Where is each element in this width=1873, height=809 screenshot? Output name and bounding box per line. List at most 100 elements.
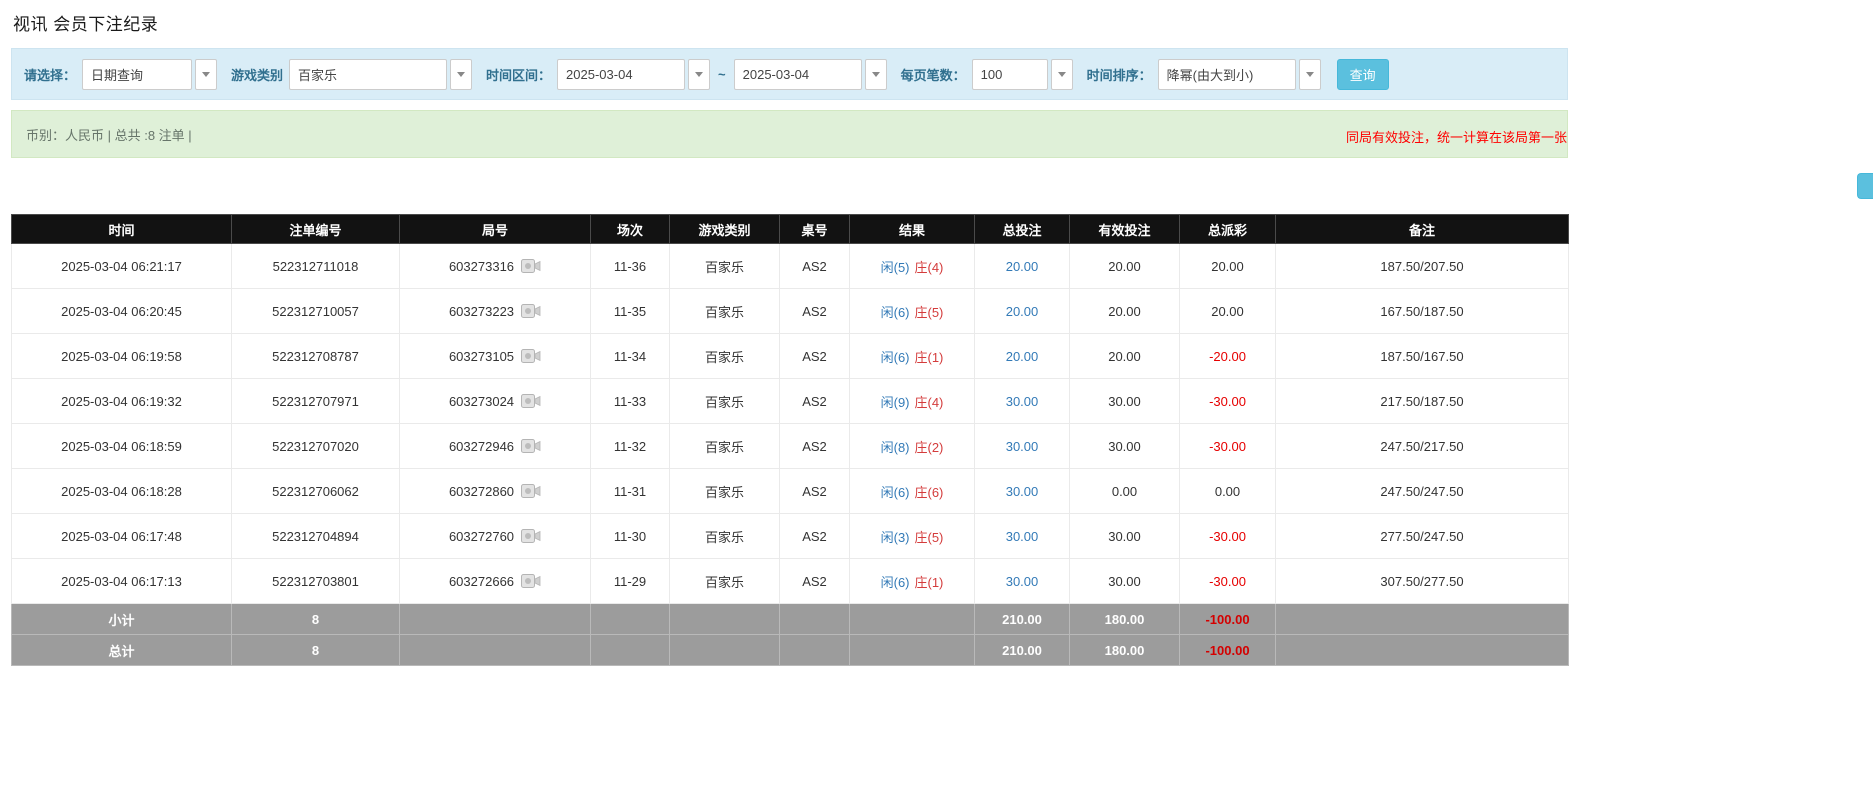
cell-payout: -30.00 [1180,424,1276,469]
game-type-select[interactable]: 百家乐 [289,59,472,90]
cell-round-id: 603273024 [400,379,591,424]
cell-game-type: 百家乐 [670,334,780,379]
cell-bet-id: 522312708787 [232,334,400,379]
total-bet-link[interactable]: 30.00 [1006,574,1039,589]
table-header: 时间 注单编号 局号 场次 游戏类别 桌号 结果 总投注 有效投注 总派彩 备注 [12,215,1569,244]
page-size-select[interactable]: 100 [972,59,1073,90]
footer-empty-cell [591,635,670,666]
cell-time: 2025-03-04 06:19:32 [12,379,232,424]
cell-session: 11-35 [591,289,670,334]
edge-partial-button[interactable] [1857,173,1873,199]
select-mode-label: 请选择： [24,65,76,84]
col-header-round-id: 局号 [400,215,591,244]
result-banker: 庄(1) [915,350,944,365]
video-replay-icon[interactable] [521,303,541,319]
total-bet-link[interactable]: 30.00 [1006,439,1039,454]
video-replay-icon[interactable] [521,258,541,274]
cell-time: 2025-03-04 06:17:13 [12,559,232,604]
subtotal-label: 小计 [12,604,232,635]
video-replay-icon[interactable] [521,348,541,364]
chevron-down-icon [872,72,880,77]
date-mode-caret-button[interactable] [195,59,217,90]
chevron-down-icon [1058,72,1066,77]
table-row: 2025-03-04 06:17:48522312704894603272760… [12,514,1569,559]
cell-total-bet: 20.00 [975,244,1070,289]
cell-round-id: 603272760 [400,514,591,559]
table-row: 2025-03-04 06:17:13522312703801603272666… [12,559,1569,604]
cell-bet-id: 522312706062 [232,469,400,514]
cell-session: 11-32 [591,424,670,469]
result-banker: 庄(4) [915,395,944,410]
footer-empty-cell [1276,604,1569,635]
table-row: 2025-03-04 06:18:59522312707020603272946… [12,424,1569,469]
cell-valid-bet: 30.00 [1070,424,1180,469]
result-banker: 庄(1) [915,575,944,590]
payout-value: 20.00 [1211,259,1244,274]
game-type-caret-button[interactable] [450,59,472,90]
page-size-value: 100 [972,59,1048,90]
cell-bet-id: 522312711018 [232,244,400,289]
date-to-value: 2025-03-04 [734,59,862,90]
total-bet-link[interactable]: 20.00 [1006,304,1039,319]
cell-remark: 167.50/187.50 [1276,289,1569,334]
cell-valid-bet: 30.00 [1070,559,1180,604]
cell-time: 2025-03-04 06:18:28 [12,469,232,514]
cell-round-id: 603273105 [400,334,591,379]
chevron-down-icon [1306,72,1314,77]
round-number: 603273024 [449,394,514,409]
result-player: 闲(6) [881,485,910,500]
video-replay-icon[interactable] [521,483,541,499]
total-bet-link[interactable]: 20.00 [1006,349,1039,364]
grand-total-total-bet: 210.00 [975,635,1070,666]
page-size-caret-button[interactable] [1051,59,1073,90]
date-from-select[interactable]: 2025-03-04 [557,59,710,90]
video-replay-icon[interactable] [521,528,541,544]
time-range-label: 时间区间： [486,65,551,84]
cell-table-no: AS2 [780,559,850,604]
col-header-total-bet: 总投注 [975,215,1070,244]
cell-bet-id: 522312704894 [232,514,400,559]
date-from-caret-button[interactable] [688,59,710,90]
video-replay-icon[interactable] [521,393,541,409]
result-player: 闲(5) [881,260,910,275]
total-bet-link[interactable]: 30.00 [1006,484,1039,499]
date-mode-select[interactable]: 日期查询 [82,59,217,90]
total-bet-link[interactable]: 30.00 [1006,394,1039,409]
date-from-value: 2025-03-04 [557,59,685,90]
cell-session: 11-36 [591,244,670,289]
total-bet-link[interactable]: 30.00 [1006,529,1039,544]
result-player: 闲(6) [881,575,910,590]
video-replay-icon[interactable] [521,438,541,454]
round-number: 603273105 [449,349,514,364]
cell-round-id: 603272946 [400,424,591,469]
date-to-select[interactable]: 2025-03-04 [734,59,887,90]
game-type-value: 百家乐 [289,59,447,90]
col-header-payout: 总派彩 [1180,215,1276,244]
payout-value: 0.00 [1215,484,1240,499]
cell-payout: -30.00 [1180,379,1276,424]
cell-result: 闲(3)庄(5) [850,514,975,559]
subtotal-total-bet: 210.00 [975,604,1070,635]
page: 视讯 会员下注纪录 请选择： 日期查询 游戏类别 百家乐 时间区间： 2025-… [0,0,1873,666]
result-player: 闲(6) [881,305,910,320]
cell-payout: 20.00 [1180,289,1276,334]
page-size-label: 每页笔数： [901,65,966,84]
subtotal-count: 8 [232,604,400,635]
date-to-caret-button[interactable] [865,59,887,90]
game-type-label: 游戏类别 [231,65,283,84]
footer-empty-cell [850,604,975,635]
video-replay-icon[interactable] [521,573,541,589]
grand-total-row: 总计 8 210.00 180.00 -100.00 [12,635,1569,666]
sort-order-select[interactable]: 降幂(由大到小) [1158,59,1321,90]
sort-order-caret-button[interactable] [1299,59,1321,90]
cell-table-no: AS2 [780,424,850,469]
total-bet-link[interactable]: 20.00 [1006,259,1039,274]
subtotal-valid-bet: 180.00 [1070,604,1180,635]
cell-valid-bet: 30.00 [1070,514,1180,559]
round-number: 603272666 [449,574,514,589]
cell-table-no: AS2 [780,244,850,289]
col-header-result: 结果 [850,215,975,244]
query-button[interactable]: 查询 [1337,59,1389,90]
cell-result: 闲(6)庄(5) [850,289,975,334]
cell-game-type: 百家乐 [670,244,780,289]
